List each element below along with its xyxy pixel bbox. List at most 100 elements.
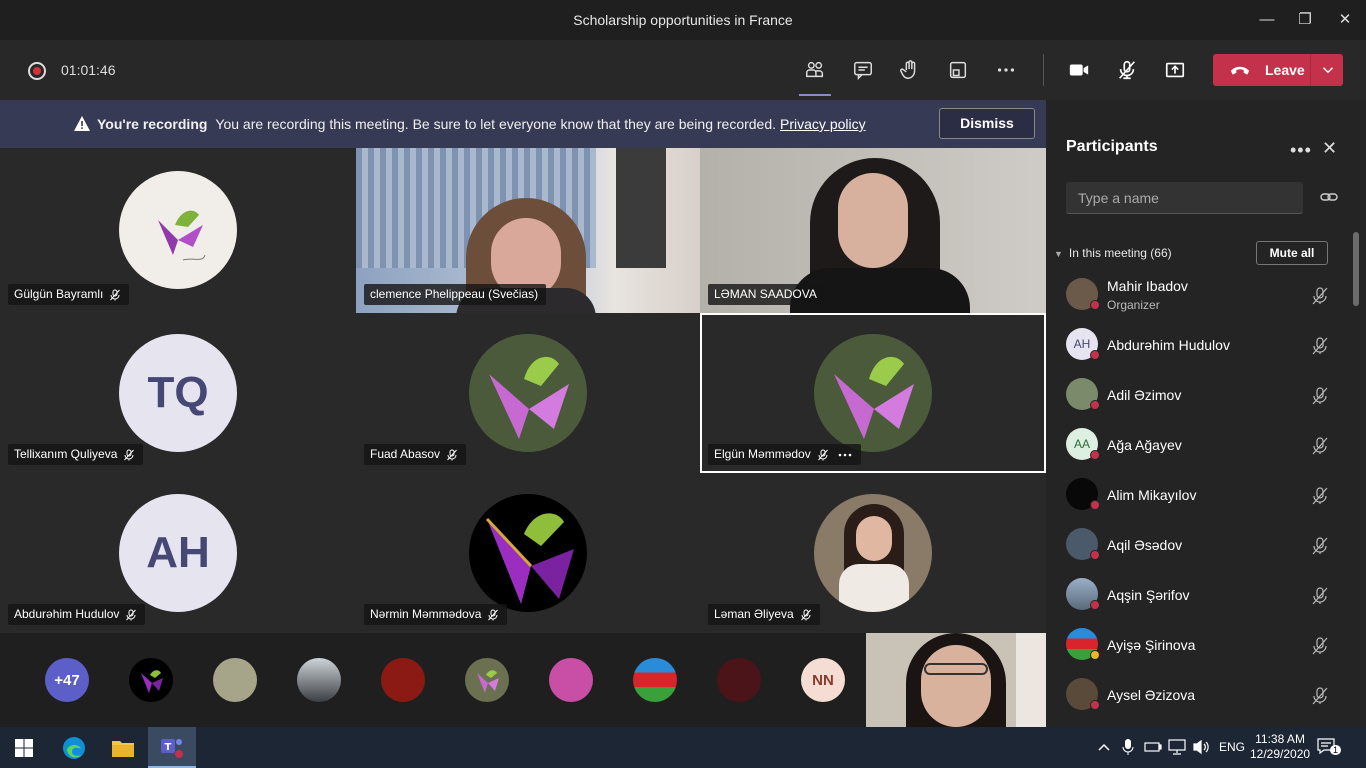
participant-row[interactable]: Ayişə Şirinova	[1046, 625, 1346, 675]
strip-avatar[interactable]	[633, 658, 677, 702]
participant-name: Mahir Ibadov	[1107, 278, 1188, 294]
orchid-mosaic-icon	[477, 670, 499, 693]
participant-strip: +47 NN	[0, 633, 866, 727]
status-badge	[1090, 350, 1100, 360]
leave-button[interactable]: Leave	[1213, 54, 1343, 86]
toolbar-divider	[1043, 54, 1044, 86]
meeting-toolbar: 01:01:46 Leave	[0, 40, 1366, 100]
strip-avatar[interactable]	[297, 658, 341, 702]
mute-all-button[interactable]: Mute all	[1256, 241, 1328, 265]
participant-row[interactable]: Alim Mikayılov	[1046, 475, 1346, 525]
more-actions-button[interactable]	[990, 54, 1022, 86]
participant-role: Organizer	[1107, 298, 1160, 312]
participants-panel: Participants ••• ✕ ▼ In this meeting (66)…	[1046, 100, 1366, 727]
volume-icon[interactable]	[1192, 739, 1210, 755]
chevron-up-icon[interactable]	[1097, 740, 1111, 754]
participant-row[interactable]: Mahir Ibadov Organizer	[1046, 275, 1346, 325]
battery-icon[interactable]	[1144, 740, 1162, 754]
raise-hand-button[interactable]	[894, 54, 926, 86]
participant-row[interactable]: AH Abdurəhim Hudulov	[1046, 325, 1346, 375]
breakout-rooms-button[interactable]	[942, 54, 974, 86]
language-indicator[interactable]: ENG	[1219, 740, 1245, 754]
more-participants-button[interactable]: +47	[45, 658, 89, 702]
folder-icon	[112, 740, 134, 757]
chat-button[interactable]	[847, 54, 879, 86]
banner-heading: You're recording	[97, 116, 208, 132]
in-meeting-count: In this meeting (66)	[1068, 246, 1172, 260]
mic-off-icon	[126, 609, 137, 620]
participant-name: Aqil Əsədov	[1107, 537, 1183, 553]
video-tile[interactable]: LƏMAN SAADOVA	[700, 148, 1046, 313]
participant-name: Nərmin Məmmədova	[370, 607, 482, 621]
participant-name: Abdurəhim Hudulov	[1107, 337, 1230, 353]
strip-avatar[interactable]	[213, 658, 257, 702]
video-tile-selected[interactable]: Elgün Məmmədov	[700, 313, 1046, 473]
teams-taskbar-button[interactable]: T	[148, 727, 196, 768]
participant-name: Alim Mikayılov	[1107, 487, 1197, 503]
participant-name: Ayişə Şirinova	[1107, 637, 1196, 653]
warning-icon	[74, 116, 90, 131]
strip-avatar[interactable]	[129, 658, 173, 702]
background-wall	[1016, 633, 1046, 727]
participants-button[interactable]	[799, 54, 831, 96]
svg-text:T: T	[165, 742, 172, 753]
dismiss-button[interactable]: Dismiss	[939, 108, 1035, 139]
participant-row[interactable]: Adil Əzimov	[1046, 375, 1346, 425]
camera-button[interactable]	[1063, 54, 1095, 86]
participant-name-tag: Ləman Əliyeva	[708, 604, 820, 625]
strip-avatar[interactable]	[549, 658, 593, 702]
in-meeting-header[interactable]: ▼ In this meeting (66)	[1054, 246, 1172, 260]
mic-off-icon	[1312, 387, 1328, 405]
avatar-initials: AH	[146, 528, 210, 577]
chat-icon	[854, 61, 872, 81]
participant-name-tag: clemence Phelippeau (Svečias)	[364, 284, 547, 305]
notifications-button[interactable]: 1	[1316, 737, 1346, 759]
close-button[interactable]: ✕	[1330, 8, 1360, 32]
avatar-initials: AH	[1073, 337, 1091, 351]
self-view-video[interactable]	[866, 633, 1046, 727]
strip-avatar[interactable]	[717, 658, 761, 702]
edge-taskbar-button[interactable]	[50, 727, 98, 768]
more-options-icon[interactable]	[837, 449, 853, 461]
video-tile[interactable]: Fuad Abasov	[356, 313, 700, 473]
maximize-button[interactable]: ❐	[1290, 8, 1320, 32]
mic-off-icon	[817, 449, 828, 460]
participant-name: Aqşin Şərifov	[1107, 587, 1190, 603]
participant-row[interactable]: Aqil Əsədov	[1046, 525, 1346, 575]
video-tile[interactable]: TQ Tellixanım Quliyeva	[0, 313, 356, 473]
search-input[interactable]	[1066, 182, 1303, 214]
video-tile[interactable]: AH Abdurəhim Hudulov	[0, 473, 356, 633]
microphone-tray-icon[interactable]	[1122, 739, 1134, 755]
participant-row[interactable]: Aysel Əzizova	[1046, 675, 1346, 725]
privacy-policy-link[interactable]: Privacy policy	[780, 116, 866, 132]
status-badge	[1090, 700, 1100, 710]
participants-icon	[806, 61, 824, 78]
strip-avatar[interactable]: NN	[801, 658, 845, 702]
taskbar-clock[interactable]: 11:38 AM 12/29/2020	[1250, 732, 1310, 762]
chevron-down-icon[interactable]	[1319, 61, 1337, 79]
panel-title: Participants	[1066, 138, 1158, 155]
video-tile[interactable]: Gülgün Bayramlı	[0, 148, 356, 313]
panel-scrollbar[interactable]	[1353, 232, 1359, 306]
avatar-initials: TQ	[147, 368, 209, 417]
strip-avatar[interactable]	[465, 658, 509, 702]
phone-hangup-icon	[1230, 66, 1250, 75]
panel-more-icon[interactable]: •••	[1290, 140, 1312, 161]
link-icon[interactable]	[1320, 190, 1338, 204]
minimize-button[interactable]: —	[1252, 8, 1282, 32]
avatar	[814, 494, 932, 612]
video-tile[interactable]: Nərmin Məmmədova	[356, 473, 700, 633]
share-button[interactable]	[1159, 54, 1191, 86]
video-tile[interactable]: Ləman Əliyeva	[700, 473, 1046, 633]
microphone-button[interactable]	[1111, 54, 1143, 86]
participant-row[interactable]: Aqşin Şərifov	[1046, 575, 1346, 625]
file-explorer-taskbar-button[interactable]	[99, 727, 147, 768]
participant-row[interactable]: AA Ağa Ağayev	[1046, 425, 1346, 475]
panel-close-icon[interactable]: ✕	[1322, 138, 1337, 159]
mic-off-icon	[124, 449, 135, 460]
start-button[interactable]	[0, 727, 48, 768]
person-face	[856, 516, 892, 561]
network-icon[interactable]	[1168, 739, 1186, 755]
strip-avatar[interactable]	[381, 658, 425, 702]
video-tile[interactable]: clemence Phelippeau (Svečias)	[356, 148, 700, 313]
